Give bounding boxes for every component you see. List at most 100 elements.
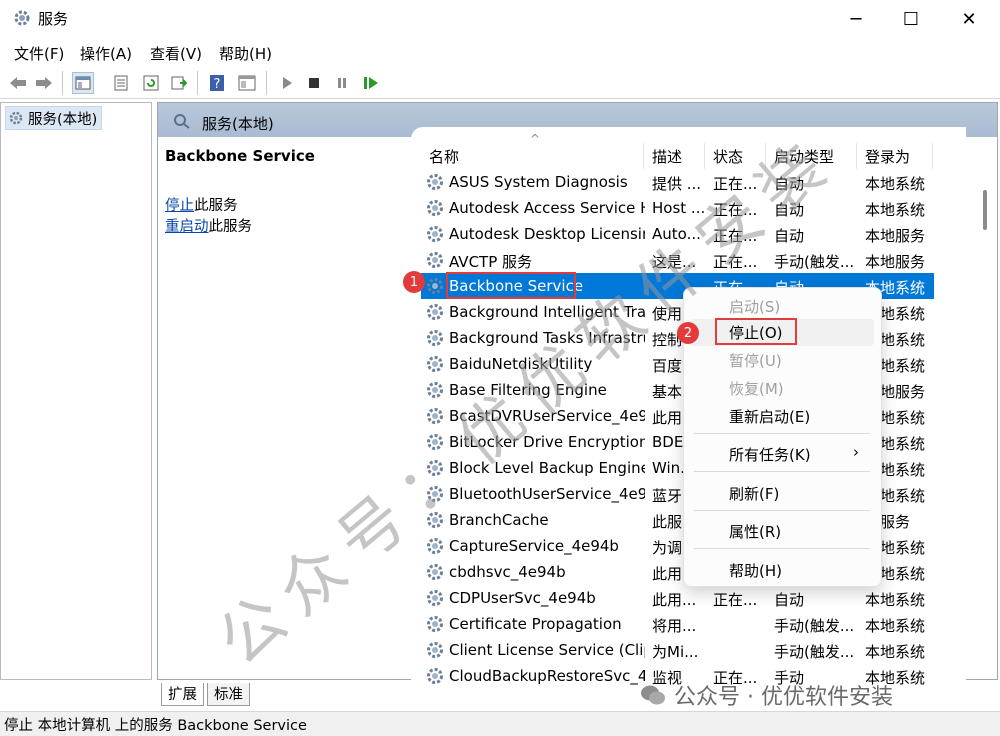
gear-icon <box>427 200 443 216</box>
gear-icon <box>427 252 443 268</box>
gear-icon <box>427 564 443 580</box>
services-gear-icon <box>14 10 30 26</box>
service-name: Certificate Propagation <box>449 615 622 633</box>
gear-icon <box>427 174 443 190</box>
stop-link[interactable]: 停止 <box>165 198 194 214</box>
tab-standard[interactable]: 标准 <box>207 683 250 706</box>
service-log-on-as: 本地系统 <box>865 643 926 661</box>
service-name: Client License Service (Clip... <box>449 641 645 659</box>
restart-service-icon[interactable] <box>360 72 382 94</box>
column-divider <box>932 143 933 169</box>
gear-icon <box>427 304 443 320</box>
column-divider <box>856 143 857 169</box>
tab-extended[interactable]: 扩展 <box>161 683 204 706</box>
back-icon[interactable] <box>7 72 29 94</box>
restart-link-suffix: 此服务 <box>208 219 253 235</box>
gear-icon <box>427 590 443 606</box>
step-badge-1: 1 <box>403 271 425 293</box>
column-divider <box>704 143 705 169</box>
step-badge-2: 2 <box>677 322 699 344</box>
submenu-chevron-icon: › <box>853 443 859 461</box>
refresh-icon[interactable] <box>140 72 162 94</box>
menu-item-start[interactable]: 启动(S) <box>729 296 780 317</box>
menu-item-properties[interactable]: 属性(R) <box>729 521 781 542</box>
table-row[interactable]: Certificate Propagation 将用... 手动(触发... 本地系统 <box>421 611 934 637</box>
pane-header-title: 服务(本地) <box>202 115 274 133</box>
menu-separator <box>694 433 870 434</box>
service-log-on-as: 本地服务 <box>865 253 926 271</box>
table-row[interactable]: CDPUserSvc_4e94b 此用... 正在... 自动 本地系统 <box>421 585 934 611</box>
watermark-corner: 公众号 · 优优软件安装 <box>640 679 893 711</box>
scrollbar-thumb[interactable] <box>983 190 987 230</box>
gear-icon <box>427 642 443 658</box>
gear-icon <box>427 226 443 242</box>
service-name: CaptureService_4e94b <box>449 537 619 555</box>
toolbar-divider <box>197 71 198 95</box>
menu-file[interactable]: 文件(F) <box>14 43 64 64</box>
maximize-button[interactable]: ☐ <box>881 0 941 38</box>
show-hide-pane-icon[interactable] <box>236 72 258 94</box>
menu-item-resume[interactable]: 恢复(M) <box>729 378 784 399</box>
service-name: cbdhsvc_4e94b <box>449 563 566 581</box>
menu-item-help[interactable]: 帮助(H) <box>729 560 782 581</box>
column-header-description[interactable]: 描述 <box>652 146 682 167</box>
gear-icon <box>427 278 443 294</box>
stop-service-icon[interactable] <box>303 72 325 94</box>
tree-node-label: 服务(本地) <box>28 111 98 128</box>
window-title: 服务 <box>38 10 69 28</box>
watermark-corner-text: 公众号 · 优优软件安装 <box>674 685 893 710</box>
status-bar-text: 停止 本地计算机 上的服务 Backbone Service <box>4 718 307 734</box>
service-name: CDPUserSvc_4e94b <box>449 589 596 607</box>
service-startup-type: 自动 <box>774 591 805 609</box>
properties-sheet-icon[interactable] <box>110 72 132 94</box>
column-header-log-on-as[interactable]: 登录为 <box>865 146 910 167</box>
gear-icon <box>427 616 443 632</box>
gear-icon <box>9 111 23 125</box>
svg-text:?: ? <box>214 77 221 92</box>
service-log-on-as: 本地系统 <box>865 175 926 193</box>
service-startup-type: 手动(触发... <box>774 617 855 635</box>
gear-icon <box>427 538 443 554</box>
restart-link[interactable]: 重启动 <box>165 219 209 235</box>
pause-service-icon[interactable] <box>331 72 353 94</box>
menu-help[interactable]: 帮助(H) <box>219 43 272 64</box>
close-button[interactable]: ✕ <box>939 0 999 38</box>
column-header-name[interactable]: 名称 <box>429 146 459 167</box>
menu-item-restart[interactable]: 重新启动(E) <box>729 406 810 427</box>
console-tree-icon[interactable] <box>72 72 94 94</box>
highlight-box-service <box>446 272 576 299</box>
tree-node-services-local[interactable]: 服务(本地) <box>5 106 103 130</box>
service-log-on-as: 本地系统 <box>865 591 926 609</box>
service-log-on-as: 本地系统 <box>865 201 926 219</box>
gear-icon <box>427 382 443 398</box>
menu-item-all-tasks[interactable]: 所有任务(K) <box>729 444 811 465</box>
sort-arrow-icon: ^ <box>530 132 541 146</box>
service-description: 为Mi... <box>652 643 699 661</box>
console-tree-pane <box>0 102 152 680</box>
service-name: ASUS System Diagnosis <box>449 173 628 191</box>
service-startup-type: 手动(触发... <box>774 643 855 661</box>
menu-view[interactable]: 查看(V) <box>150 43 202 64</box>
stop-service-line: 停止此服务 <box>165 194 238 215</box>
toolbar-divider <box>62 71 63 95</box>
menu-action[interactable]: 操作(A) <box>80 43 132 64</box>
menu-item-pause[interactable]: 暂停(U) <box>729 350 782 371</box>
forward-icon[interactable] <box>33 72 55 94</box>
vertical-scrollbar[interactable] <box>977 138 993 678</box>
export-list-icon[interactable] <box>168 72 190 94</box>
selected-service-title: Backbone Service <box>165 147 315 165</box>
column-divider <box>643 143 644 169</box>
start-service-icon[interactable] <box>276 72 298 94</box>
table-row[interactable]: Client License Service (Clip... 为Mi... 手动(… <box>421 637 934 663</box>
service-name: BranchCache <box>449 511 549 529</box>
minimize-button[interactable]: ─ <box>826 0 886 38</box>
service-status: 正在... <box>713 591 758 609</box>
table-row[interactable]: ASUS System Diagnosis 提供 ... 正在... 自动 本地系统 <box>421 169 934 195</box>
menu-item-stop[interactable]: 停止(O) <box>729 322 783 343</box>
restart-service-line: 重启动此服务 <box>165 215 252 236</box>
menu-separator <box>694 471 870 472</box>
help-icon[interactable]: ? <box>206 72 228 94</box>
menu-item-refresh[interactable]: 刷新(F) <box>729 483 779 504</box>
toolbar-divider <box>266 71 267 95</box>
service-log-on-as: 本地服务 <box>865 227 926 245</box>
